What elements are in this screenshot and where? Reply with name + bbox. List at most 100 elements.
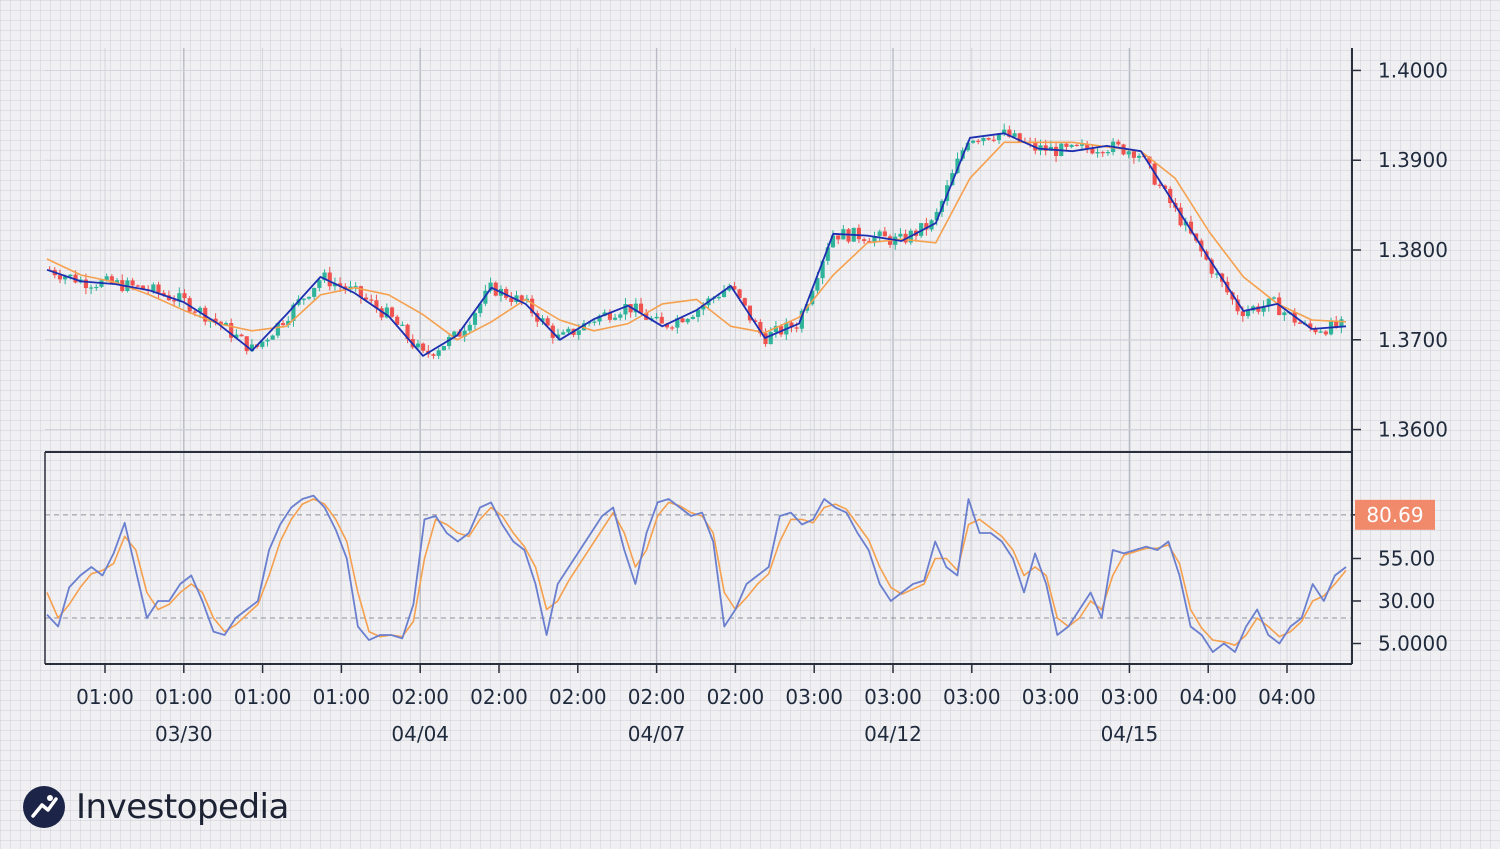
candle-body [670,327,675,329]
candle-body [561,332,566,335]
candle-body [877,231,882,237]
candle-body [986,137,991,140]
candle-body [654,316,659,319]
candle-body [862,239,867,242]
date-tick-label: 03/30 [155,722,213,746]
time-tick-label: 03:00 [785,685,843,709]
candle-body [239,334,244,337]
oscillator-tick-label: 5.0000 [1378,632,1448,656]
candle-body [592,321,597,323]
candle-body [1116,141,1121,145]
time-tick-label: 02:00 [549,685,607,709]
candle-body [182,293,187,299]
logo-wordmark: Investopedia [76,787,289,827]
candle-body [1074,144,1079,147]
candle-body [976,140,981,142]
time-tick-label: 02:00 [470,685,528,709]
candle-body [970,140,976,143]
chart-axes [44,48,1353,665]
time-tick-label: 02:00 [707,685,765,709]
oscillator-tick-label: 30.00 [1378,589,1435,613]
current-value-label: 80.69 [1366,503,1423,527]
candle-body [519,295,524,301]
candle-body [1012,133,1017,137]
candle-body [431,354,436,356]
current-value-marker: 80.69 [1355,499,1435,530]
forex-chart: 1.4000 1.3900 1.3800 1.3700 1.3600 55.00 30.0… [44,48,1448,746]
candle-body [369,299,374,301]
candle-body [1323,331,1328,335]
candle-body [1126,151,1131,155]
candle-body [301,298,306,300]
fast-moving-average-line [46,132,1347,357]
candle-body [421,343,426,351]
candle-body [981,137,986,142]
oscillator-lines [46,494,1347,653]
candle-body [57,275,63,280]
candle-body [856,227,861,240]
candle-body [415,343,421,348]
time-tick-label: 01:00 [313,685,371,709]
time-tick-label: 03:00 [1022,685,1080,709]
candle-body [685,318,690,323]
candle-body [244,336,249,352]
candle-body [1240,311,1245,317]
candle-body [151,284,156,292]
candle-body [280,323,286,326]
oscillator-k-line [46,494,1347,653]
candle-body [576,330,581,335]
candle-body [472,313,478,325]
candle-body [400,324,405,326]
time-tick-label: 02:00 [628,685,686,709]
time-tick-label: 04:00 [1179,685,1237,709]
candle-body [1053,146,1059,156]
oscillator-tick-label: 55.00 [1378,547,1435,571]
oscillator-reference-levels [45,514,1352,619]
time-tick-label: 03:00 [1101,685,1159,709]
moving-averages [46,132,1347,357]
candle-body [1090,148,1095,154]
candle-body [441,346,446,351]
candle-body [467,324,472,331]
time-tick-label: 03:00 [943,685,1001,709]
price-tick-label: 1.4000 [1378,58,1448,82]
price-tick-label: 1.3900 [1378,148,1448,172]
candle-body [1318,331,1323,333]
oscillator-d-line [46,498,1347,646]
candle-body [768,332,773,345]
candle-body [1064,143,1069,147]
candle-body [317,280,322,288]
investopedia-logo-icon [23,786,65,828]
candle-body [618,314,623,318]
candle-body [265,339,270,342]
candle-body [1131,151,1136,158]
candle-body [89,287,94,289]
price-y-axis: 1.4000 1.3900 1.3800 1.3700 1.3600 [1352,58,1448,442]
price-tick-label: 1.3800 [1378,238,1448,262]
candle-body [130,280,135,286]
candle-body [94,286,99,289]
time-tick-label: 01:00 [234,685,292,709]
candle-body [991,139,996,141]
candle-body [1069,144,1074,147]
candle-body [638,303,644,313]
date-tick-label: 04/04 [391,722,449,746]
candle-body [1136,155,1142,158]
candle-body [836,235,841,240]
candle-body [270,335,275,340]
candle-body [690,316,695,319]
candle-body [306,296,312,299]
candle-body [1271,297,1277,299]
candle-body [680,318,685,323]
candle-body [312,287,317,297]
candle-body [1297,322,1302,324]
time-tick-label: 02:00 [391,685,449,709]
investopedia-logo: Investopedia [22,782,289,832]
candle-body [389,307,395,317]
candlesticks [47,123,1344,360]
candle-body [156,284,161,293]
time-tick-label: 04:00 [1258,685,1316,709]
price-tick-label: 1.3600 [1378,418,1448,442]
candle-body [1245,310,1251,317]
horizontal-gridlines [45,69,1352,431]
